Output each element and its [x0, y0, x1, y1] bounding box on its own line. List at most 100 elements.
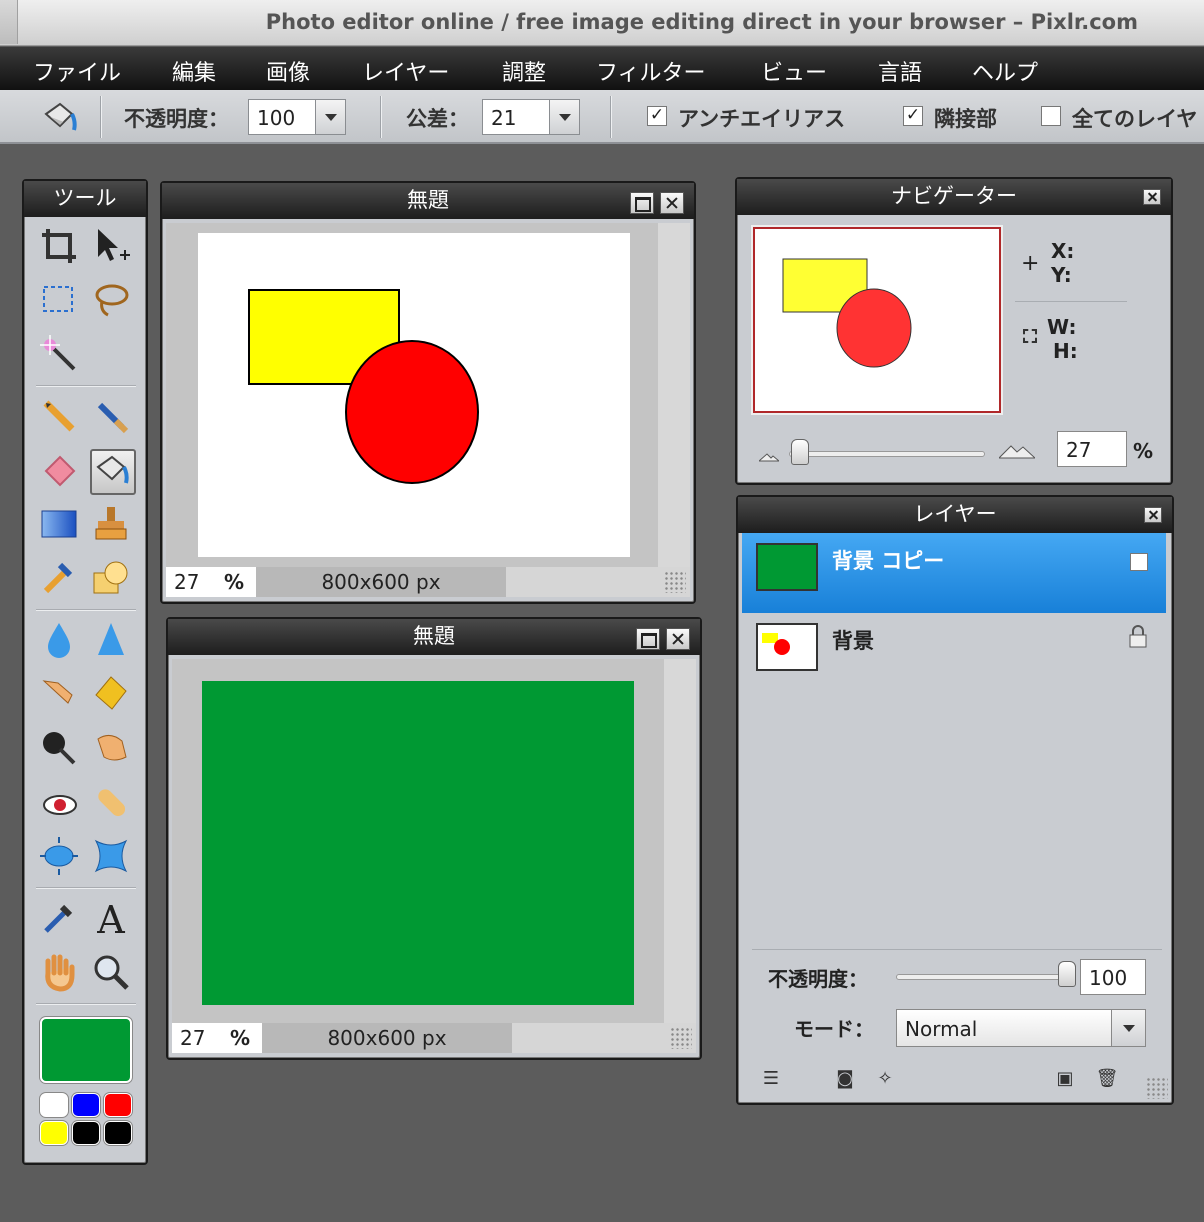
close-icon[interactable] [660, 192, 684, 214]
swatch-black-2[interactable] [104, 1121, 132, 1145]
zoom-tool-icon[interactable] [90, 951, 132, 993]
opacity-value[interactable]: 100 [249, 100, 315, 134]
zoom-value[interactable]: 27 [180, 1026, 205, 1050]
move-tool-icon[interactable] [90, 225, 132, 267]
layer-opacity-slider[interactable] [896, 974, 1070, 980]
opacity-dropdown-icon[interactable] [315, 100, 345, 134]
zoom-out-mountain-icon[interactable] [757, 447, 781, 466]
navigator-zoom-slider[interactable] [789, 451, 985, 457]
blend-mode-dropdown-icon[interactable] [1111, 1010, 1145, 1046]
image-window-title[interactable]: 無題 [168, 619, 700, 655]
nav-x-label: X: [1051, 239, 1075, 263]
image-window-1: 無題 27% 800x600 px [160, 181, 696, 604]
tolerance-dropdown-icon[interactable] [549, 100, 579, 134]
blend-mode-select[interactable]: Normal [896, 1009, 1146, 1047]
clone-stamp-tool-icon[interactable] [90, 503, 132, 545]
crop-tool-icon[interactable] [38, 225, 80, 267]
menu-language[interactable]: 言語 [878, 55, 922, 87]
delete-layer-icon[interactable]: 🗑 [1094, 1067, 1120, 1091]
blur-tool-icon[interactable] [38, 619, 80, 661]
swatch-red[interactable] [104, 1093, 132, 1117]
layer-styles-icon[interactable]: ✧ [872, 1067, 898, 1091]
color-picker-tool-icon[interactable] [38, 897, 80, 939]
shape-tool-icon[interactable] [90, 557, 132, 599]
blend-mode-value[interactable]: Normal [905, 1017, 977, 1041]
close-icon[interactable] [1144, 507, 1162, 523]
maximize-icon[interactable] [636, 628, 660, 650]
new-layer-icon[interactable]: ▣ [1052, 1067, 1078, 1091]
red-eye-tool-icon[interactable] [38, 781, 80, 823]
tolerance-combo[interactable]: 21 [482, 99, 580, 135]
bloat-tool-icon[interactable] [38, 835, 80, 877]
zoom-in-mountain-icon[interactable] [997, 443, 1037, 463]
menu-view[interactable]: ビュー [761, 55, 827, 87]
color-replace-tool-icon[interactable] [38, 557, 80, 599]
sharpen-tool-icon[interactable] [90, 619, 132, 661]
hand-tool-icon[interactable] [38, 951, 80, 993]
dodge-tool-icon[interactable] [38, 727, 80, 769]
swatch-blue[interactable] [72, 1093, 100, 1117]
layer-visibility-checkbox[interactable] [1130, 553, 1148, 571]
canvas-viewport[interactable] [172, 659, 664, 1025]
swatch-yellow[interactable] [40, 1121, 68, 1145]
navigator-slider-thumb[interactable] [791, 439, 809, 465]
vertical-scrollbar[interactable] [664, 659, 696, 1025]
paint-bucket-tool-icon[interactable] [90, 449, 136, 495]
menu-filter[interactable]: フィルター [596, 55, 706, 87]
burn-tool-icon[interactable] [90, 727, 132, 769]
spot-heal-tool-icon[interactable] [90, 781, 132, 823]
menu-edit[interactable]: 編集 [172, 55, 216, 87]
close-icon[interactable] [1143, 189, 1161, 205]
lock-icon [1128, 625, 1148, 653]
menu-layer[interactable]: レイヤー [362, 55, 449, 87]
type-tool-icon[interactable]: A [90, 897, 132, 942]
window-titlebar: Photo editor online / free image editing… [0, 0, 1204, 46]
marquee-tool-icon[interactable] [38, 279, 80, 321]
foreground-color-swatch[interactable] [40, 1017, 132, 1083]
pencil-tool-icon[interactable] [38, 395, 80, 437]
maximize-icon[interactable] [630, 192, 654, 214]
layer-opacity-slider-thumb[interactable] [1058, 961, 1076, 987]
opacity-combo[interactable]: 100 [248, 99, 346, 135]
brush-tool-icon[interactable] [90, 395, 132, 437]
contiguous-checkbox[interactable]: ✓ [903, 106, 923, 126]
magic-wand-icon[interactable] [38, 333, 80, 375]
window-title: Photo editor online / free image editing… [265, 10, 1138, 34]
antialias-checkbox[interactable]: ✓ [647, 106, 667, 126]
eraser-tool-icon[interactable] [38, 449, 80, 491]
canvas-image[interactable] [198, 233, 630, 557]
navigator-preview[interactable] [753, 227, 1001, 413]
navigator-zoom-field[interactable]: 27 [1057, 431, 1127, 467]
pinch-tool-icon[interactable] [90, 835, 132, 877]
swatch-white[interactable] [40, 1093, 68, 1117]
sponge-tool-icon[interactable] [90, 673, 132, 715]
menu-adjust[interactable]: 調整 [502, 55, 546, 87]
close-icon[interactable] [666, 628, 690, 650]
resize-grip-icon[interactable] [1146, 1077, 1168, 1099]
image-window-title[interactable]: 無題 [162, 183, 694, 219]
navigator-panel: ナビゲーター + X: Y: W: H: 27 % [735, 177, 1173, 485]
lasso-tool-icon[interactable] [90, 279, 132, 321]
layer-row-background-copy[interactable]: 背景 コピー [742, 533, 1166, 613]
vertical-scrollbar[interactable] [658, 223, 690, 567]
zoom-field[interactable]: 27% [166, 567, 256, 597]
zoom-value[interactable]: 27 [174, 570, 199, 594]
swatch-black[interactable] [72, 1121, 100, 1145]
gradient-tool-icon[interactable] [38, 503, 80, 545]
layer-row-background[interactable]: 背景 [742, 613, 1166, 693]
menu-file[interactable]: ファイル [33, 55, 121, 87]
canvas-image[interactable] [202, 681, 634, 1005]
resize-grip-icon[interactable] [670, 1027, 692, 1049]
menu-help[interactable]: ヘルプ [972, 55, 1038, 87]
layer-mask-icon[interactable]: ◙ [832, 1067, 858, 1091]
layer-opacity-field[interactable]: 100 [1080, 959, 1146, 995]
all-layers-checkbox[interactable] [1041, 106, 1061, 126]
smudge-tool-icon[interactable] [38, 673, 80, 715]
resize-grip-icon[interactable] [664, 571, 686, 593]
zoom-field[interactable]: 27% [172, 1023, 262, 1053]
menu-image[interactable]: 画像 [266, 55, 310, 87]
canvas-viewport[interactable] [166, 223, 658, 567]
layer-settings-icon[interactable]: ☰ [758, 1067, 784, 1091]
selection-size-icon [1023, 329, 1037, 343]
tolerance-value[interactable]: 21 [483, 100, 549, 134]
